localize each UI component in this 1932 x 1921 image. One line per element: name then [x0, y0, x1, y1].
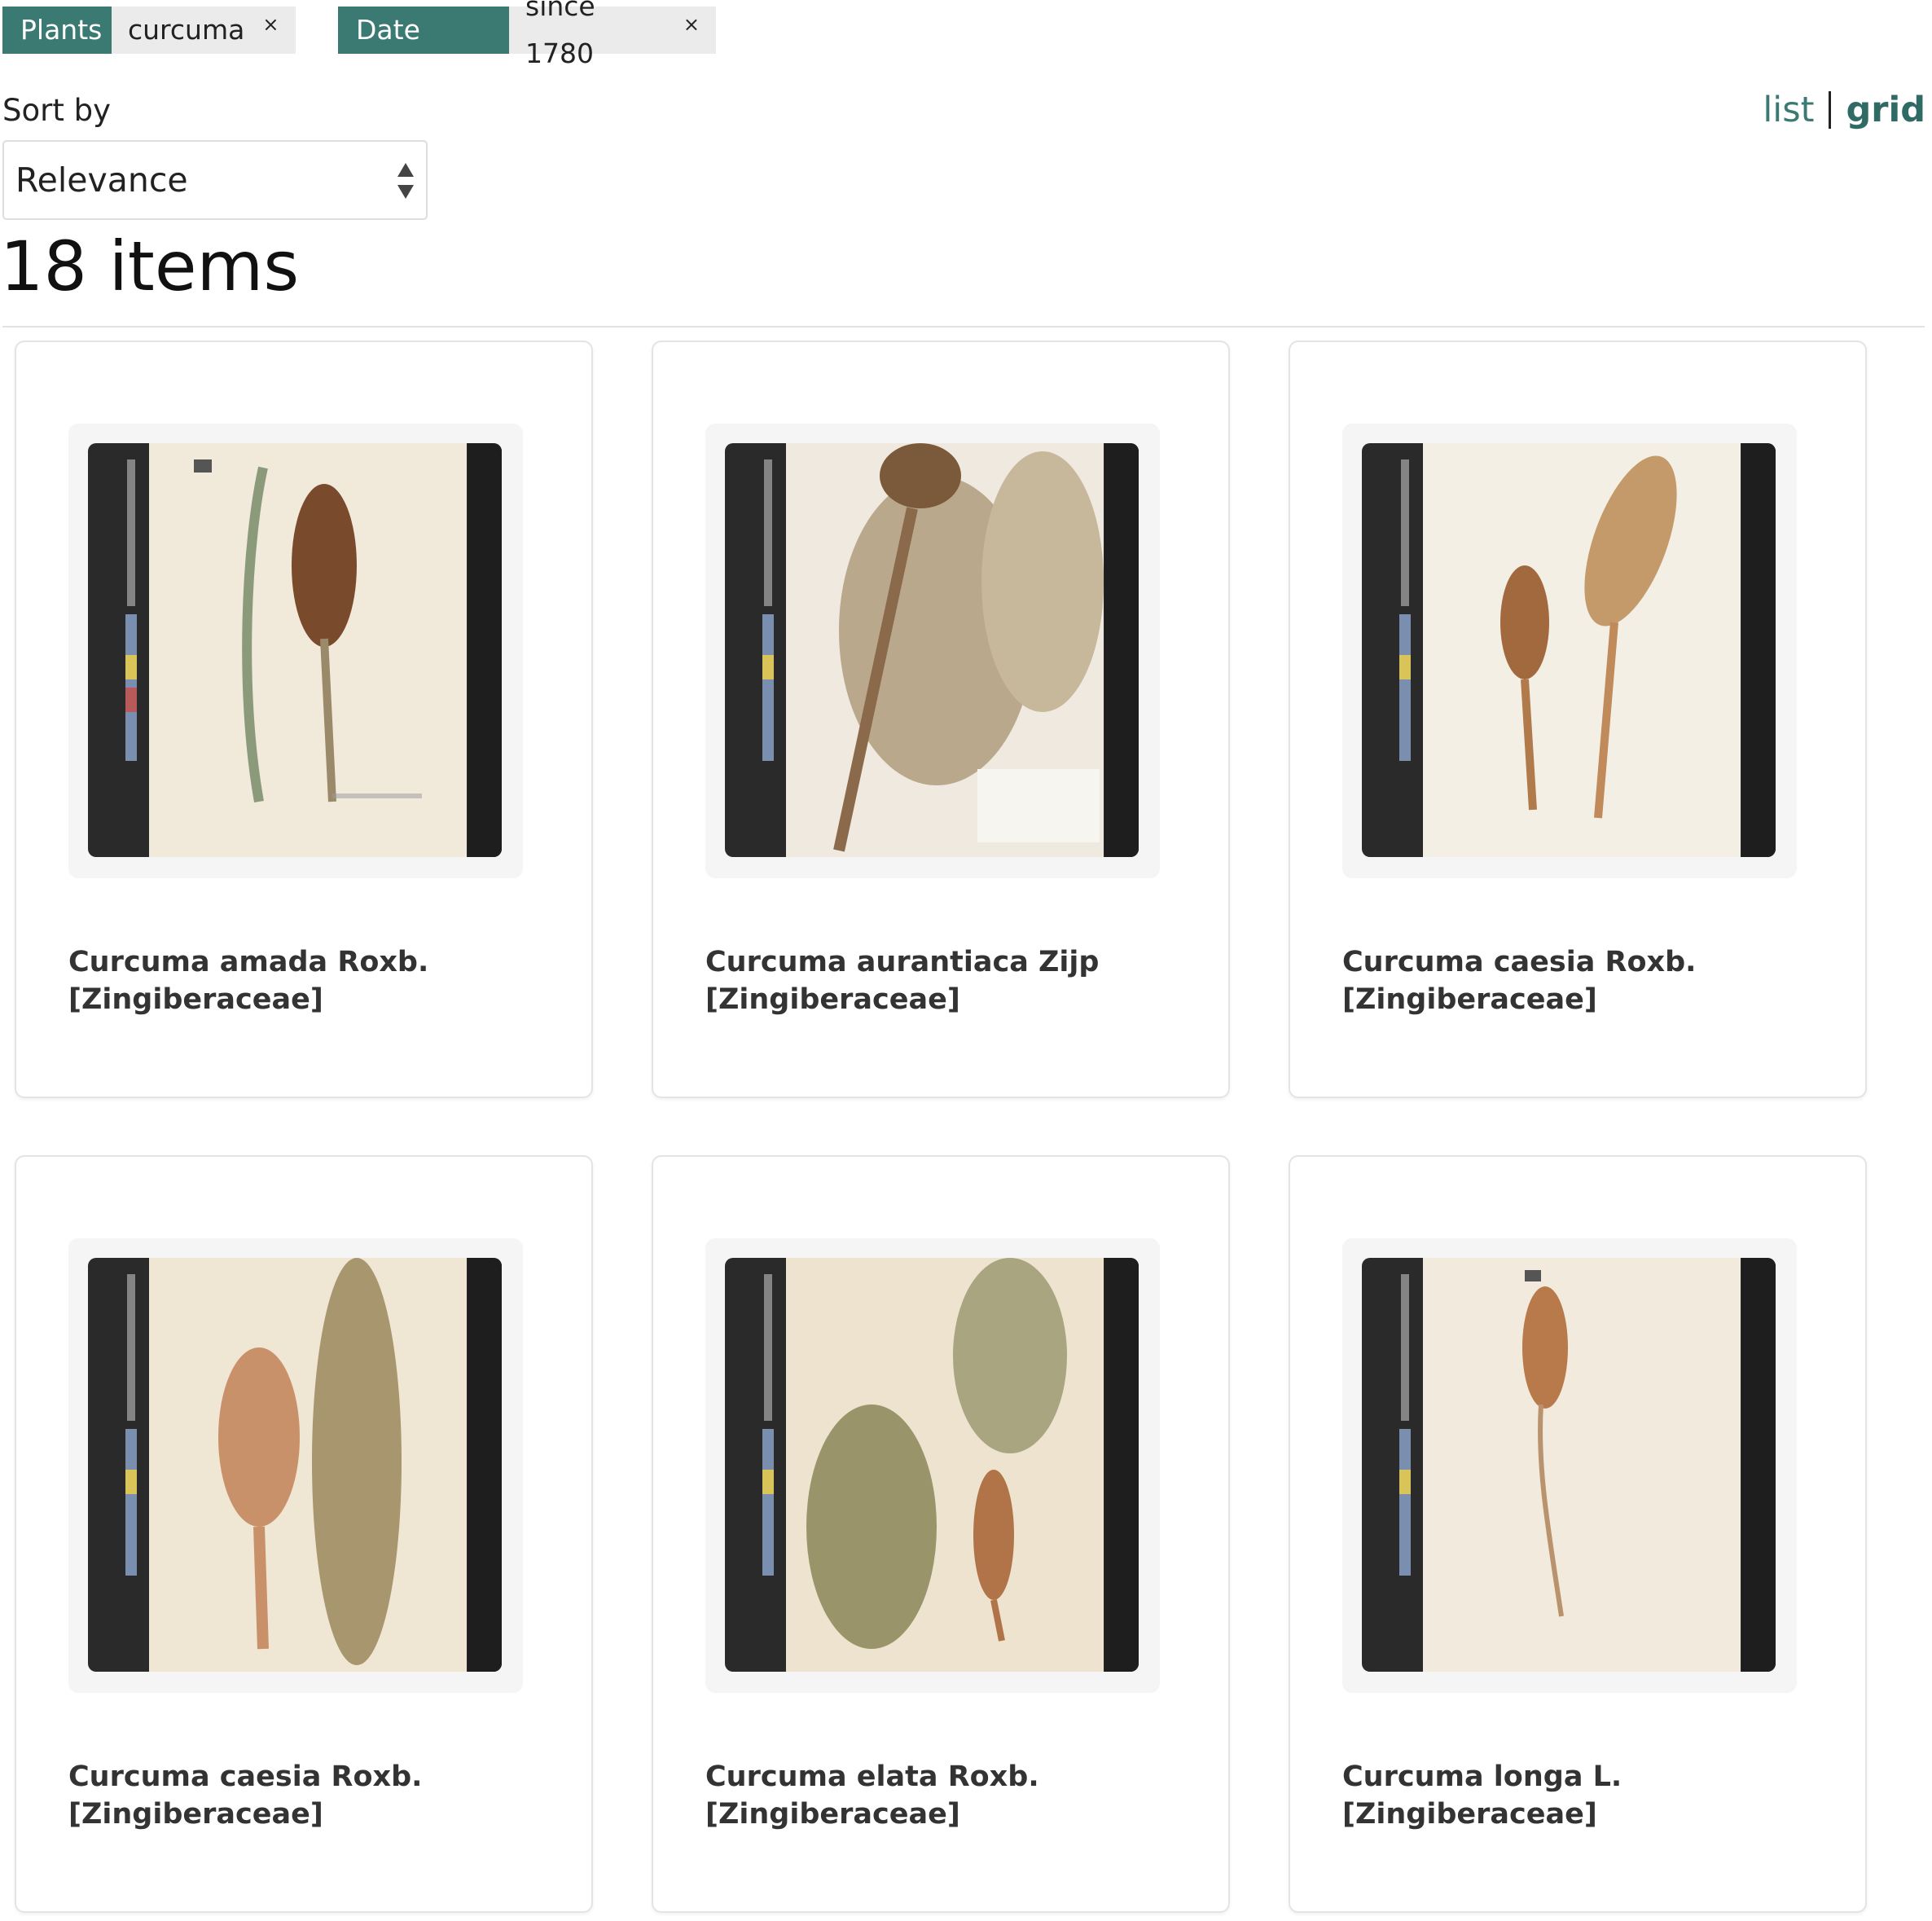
result-title[interactable]: Curcuma elata Roxb. [Zingiberaceae]	[705, 1758, 1194, 1833]
filter-value-date-range: since 1780 ×	[509, 0, 716, 69]
family-name: [Zingiberaceae]	[1342, 983, 1597, 1016]
species-name: Curcuma caesia Roxb.	[1342, 946, 1697, 978]
result-card[interactable]: Curcuma aurantiaca Zijp [Zingiberaceae]	[652, 341, 1230, 1098]
species-name: Curcuma elata Roxb.	[705, 1761, 1039, 1793]
sort-selected-value: Relevance	[15, 160, 188, 200]
family-name: [Zingiberaceae]	[68, 1798, 323, 1831]
herbarium-specimen-image	[88, 1258, 502, 1672]
family-name: [Zingiberaceae]	[1342, 1798, 1597, 1831]
filter-key-date-range: Date range	[338, 7, 509, 93]
result-title[interactable]: Curcuma longa L. [Zingiberaceae]	[1342, 1758, 1831, 1833]
sort-label: Sort by	[2, 93, 111, 128]
divider	[2, 326, 1925, 327]
specimen-thumbnail[interactable]	[705, 424, 1160, 878]
result-title[interactable]: Curcuma caesia Roxb. [Zingiberaceae]	[1342, 943, 1831, 1018]
result-card[interactable]: Curcuma elata Roxb. [Zingiberaceae]	[652, 1155, 1230, 1913]
specimen-thumbnail[interactable]	[68, 1238, 523, 1693]
view-separator	[1829, 91, 1832, 129]
herbarium-specimen-image	[1362, 1258, 1776, 1672]
herbarium-specimen-image	[88, 443, 502, 857]
species-name: Curcuma aurantiaca Zijp	[705, 946, 1100, 978]
result-card[interactable]: Curcuma caesia Roxb. [Zingiberaceae]	[1289, 341, 1867, 1098]
family-name: [Zingiberaceae]	[705, 983, 960, 1016]
filter-key-plants: Plants	[2, 7, 112, 54]
species-name: Curcuma amada Roxb.	[68, 946, 429, 978]
results-count: 18 items	[0, 226, 300, 306]
specimen-thumbnail[interactable]	[68, 424, 523, 878]
result-title[interactable]: Curcuma amada Roxb. [Zingiberaceae]	[68, 943, 557, 1018]
species-name: Curcuma longa L.	[1342, 1761, 1622, 1793]
species-name: Curcuma caesia Roxb.	[68, 1761, 423, 1793]
family-name: [Zingiberaceae]	[705, 1798, 960, 1831]
family-name: [Zingiberaceae]	[68, 983, 323, 1016]
remove-filter-icon[interactable]: ×	[683, 1, 700, 48]
filter-value-text: curcuma	[128, 14, 245, 46]
specimen-thumbnail[interactable]	[705, 1238, 1160, 1693]
view-list-link[interactable]: list	[1763, 90, 1814, 130]
herbarium-specimen-image	[725, 443, 1139, 857]
sort-select[interactable]: Relevance	[2, 140, 428, 220]
result-card[interactable]: Curcuma longa L. [Zingiberaceae]	[1289, 1155, 1867, 1913]
herbarium-specimen-image	[1362, 443, 1776, 857]
remove-filter-icon[interactable]: ×	[262, 1, 279, 48]
view-toggle: list grid	[1763, 90, 1925, 130]
specimen-thumbnail[interactable]	[1342, 1238, 1797, 1693]
specimen-thumbnail[interactable]	[1342, 424, 1797, 878]
filter-value-text: since 1780	[525, 0, 595, 69]
result-title[interactable]: Curcuma aurantiaca Zijp [Zingiberaceae]	[705, 943, 1194, 1018]
filter-value-plants: curcuma ×	[112, 7, 296, 54]
filter-chip-plants: Plants curcuma ×	[2, 7, 296, 54]
result-card[interactable]: Curcuma caesia Roxb. [Zingiberaceae]	[15, 1155, 593, 1913]
result-card[interactable]: Curcuma amada Roxb. [Zingiberaceae]	[15, 341, 593, 1098]
result-title[interactable]: Curcuma caesia Roxb. [Zingiberaceae]	[68, 1758, 557, 1833]
select-arrows-icon	[397, 163, 414, 199]
filter-chip-date-range: Date range since 1780 ×	[338, 0, 716, 93]
herbarium-specimen-image	[725, 1258, 1139, 1672]
view-grid-link[interactable]: grid	[1846, 90, 1925, 130]
